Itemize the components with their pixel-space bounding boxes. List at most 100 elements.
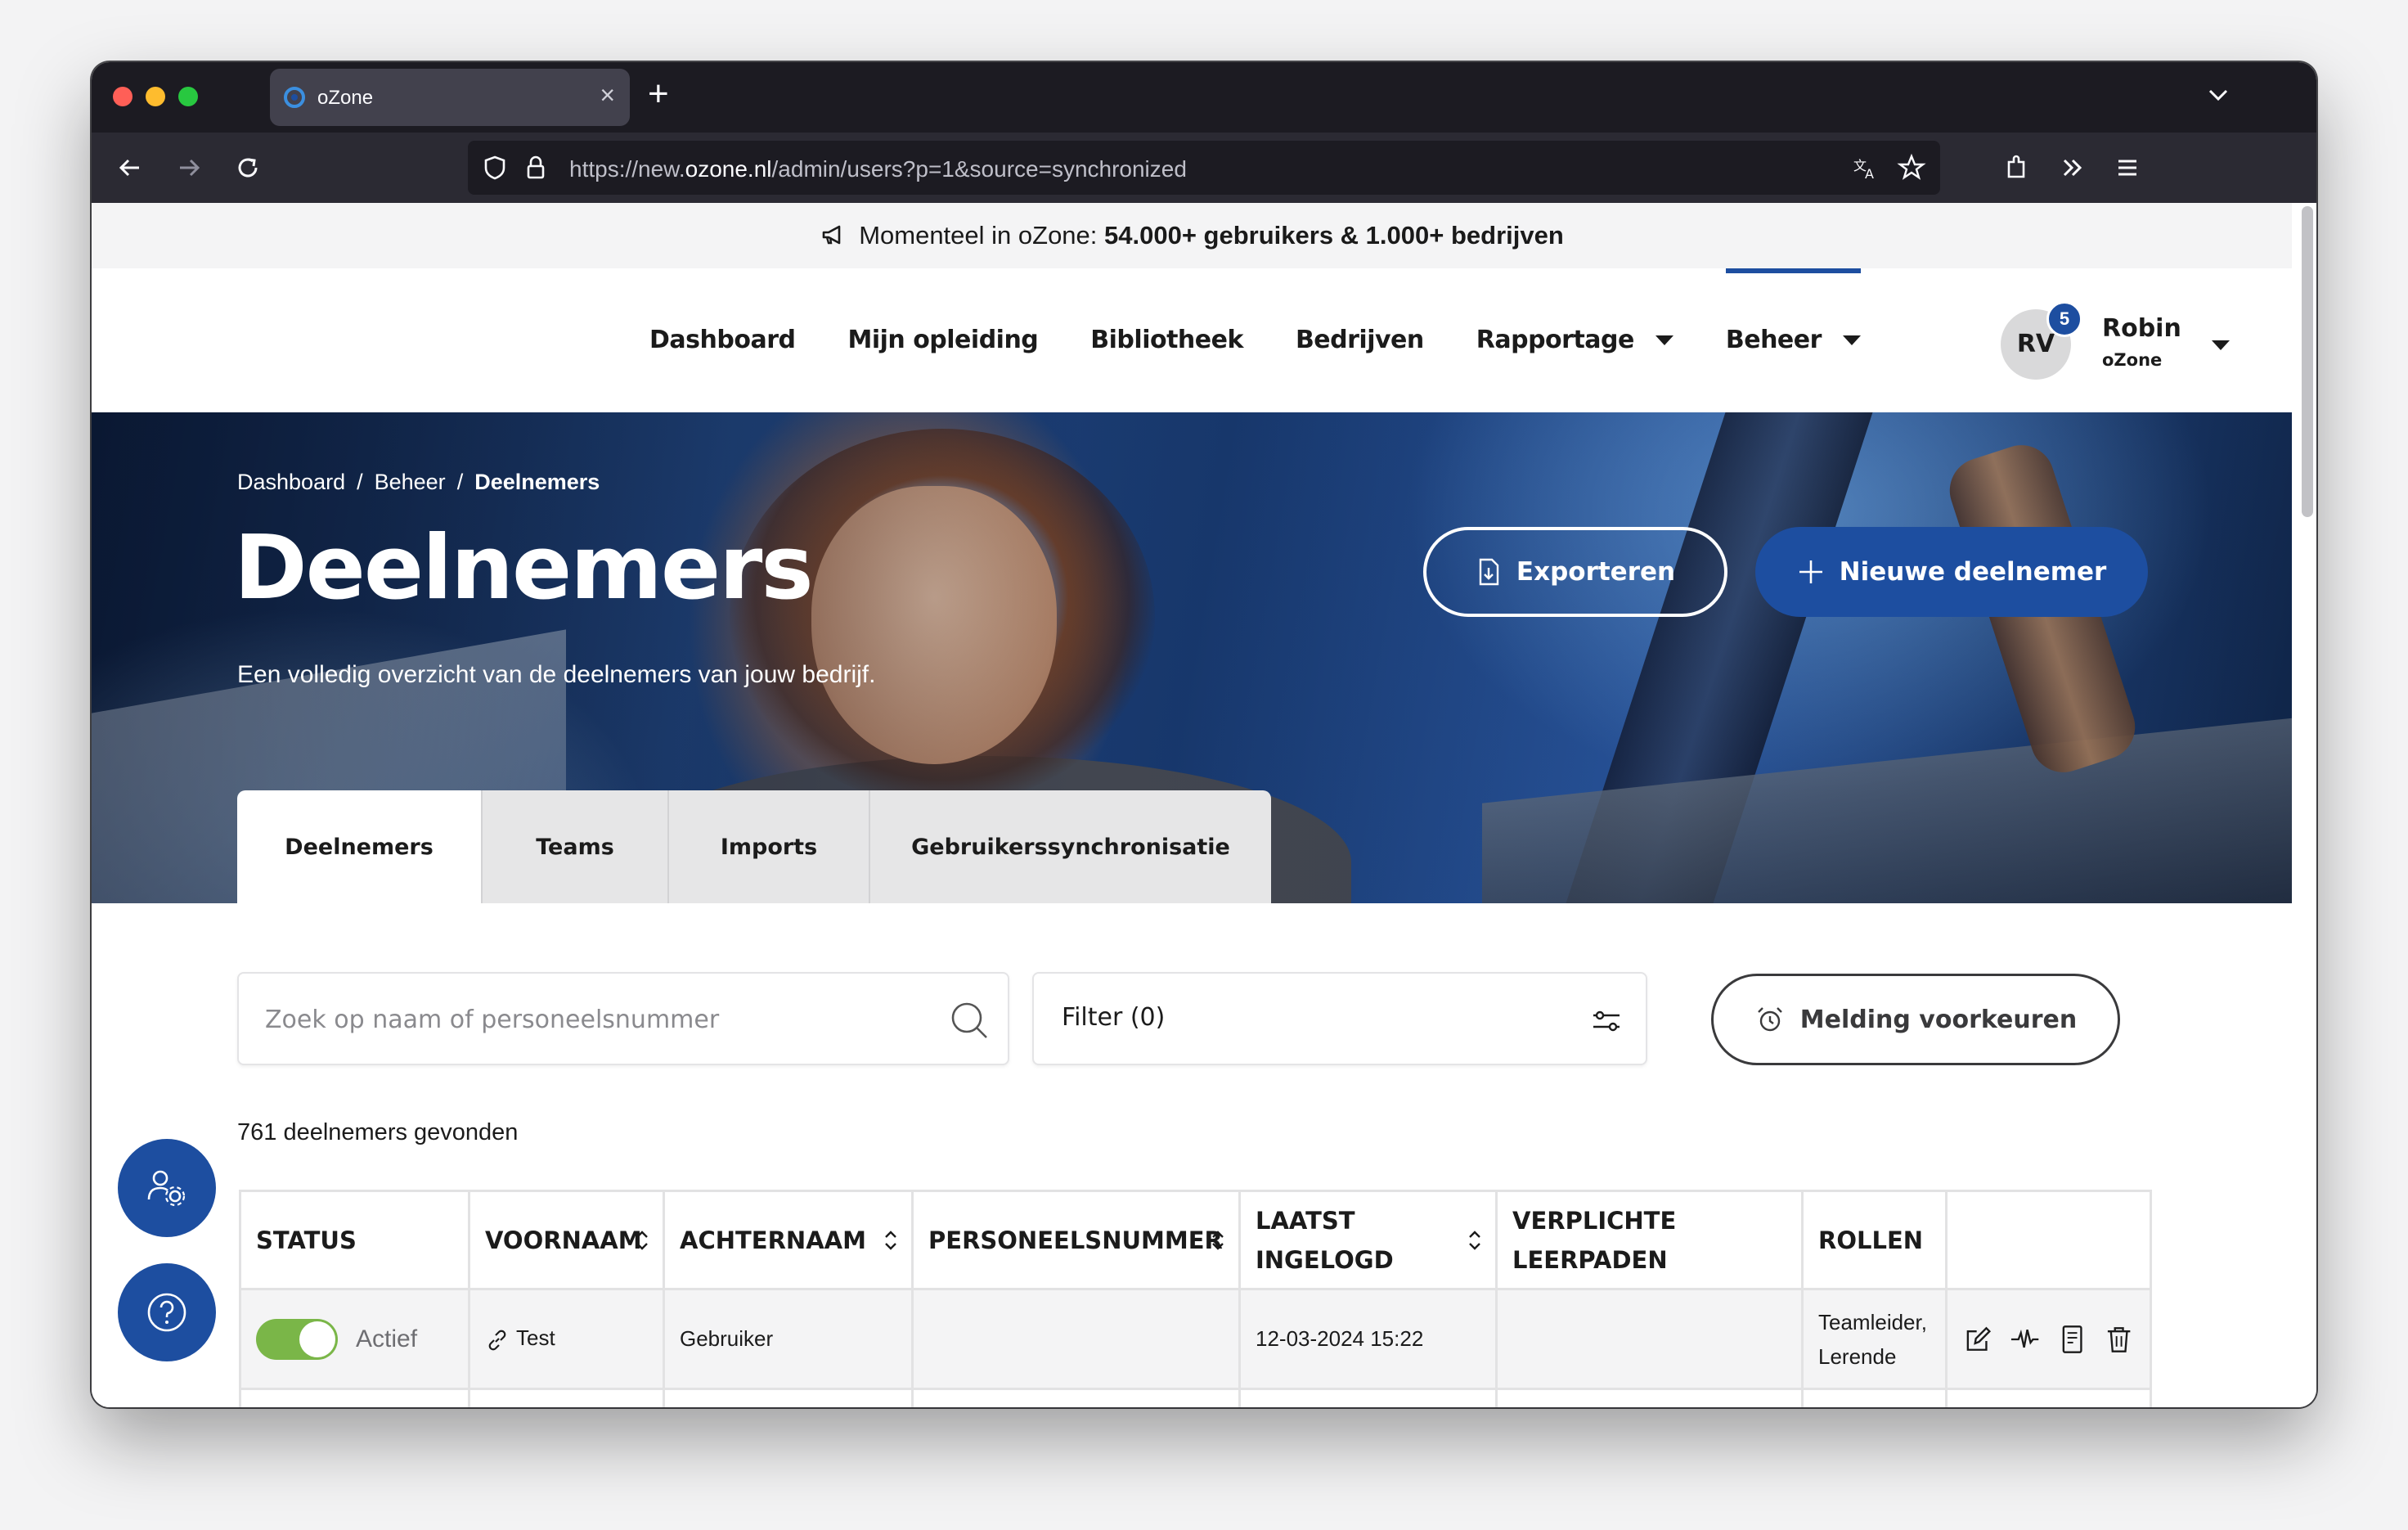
url-text[interactable]: https://new.ozone.nl/admin/users?p=1&sou… [569, 156, 1187, 182]
sort-icon[interactable] [883, 1229, 898, 1252]
menu-item-dashboard[interactable]: Dashboard [649, 268, 796, 412]
table-header-row: STATUS VOORNAAM ACHTERNAAM PERSONEELSNUM… [239, 1190, 2152, 1290]
chevron-down-icon[interactable] [2202, 79, 2235, 111]
column-label: VERPLICHTE [1512, 1206, 1677, 1235]
tab-label: Deelnemers [285, 834, 434, 860]
translate-icon[interactable]: 文 A [1850, 152, 1881, 183]
column-header-voornaam[interactable]: VOORNAAM [468, 1190, 665, 1290]
search-input[interactable] [265, 998, 919, 1041]
menu-item-bedrijven[interactable]: Bedrijven [1296, 268, 1424, 412]
search-icon[interactable] [947, 998, 991, 1042]
table-cell [1495, 1388, 1804, 1407]
table-cell [1945, 1388, 2152, 1407]
caret-down-icon[interactable] [2212, 340, 2230, 350]
hamburger-menu-icon[interactable] [2109, 149, 2146, 187]
search-box [237, 972, 1009, 1065]
help-button[interactable] [118, 1263, 216, 1361]
page-scrollbar[interactable] [2302, 206, 2313, 517]
cell-lastname: Gebruiker [663, 1288, 914, 1390]
tab-gebruikerssynchronisatie[interactable]: Gebruikerssynchronisatie [870, 790, 1271, 903]
link-icon [488, 1330, 506, 1350]
report-icon[interactable] [2056, 1323, 2088, 1356]
tab-deelnemers[interactable]: Deelnemers [237, 790, 483, 903]
table-cell [1238, 1388, 1498, 1407]
address-bar[interactable]: https://new.ozone.nl/admin/users?p=1&sou… [468, 141, 1940, 195]
maximize-window-button[interactable] [178, 87, 198, 106]
section-tabs: Deelnemers Teams Imports Gebruikerssynch… [237, 790, 1271, 903]
export-button-label: Exporteren [1516, 557, 1676, 587]
help-icon [147, 1293, 186, 1332]
user-settings-button[interactable] [118, 1139, 216, 1237]
user-menu[interactable]: RV 5 Robin oZone [2001, 301, 2262, 383]
sort-icon[interactable] [1211, 1229, 1225, 1252]
url-prefix: https://new. [569, 156, 685, 182]
star-icon[interactable] [1896, 152, 1927, 183]
shield-icon[interactable] [479, 152, 510, 183]
browser-tab[interactable]: oZone × [270, 69, 630, 126]
extensions-icon[interactable] [1997, 149, 2035, 187]
lock-icon[interactable] [520, 152, 551, 183]
column-label: VOORNAAM [485, 1226, 642, 1254]
tab-teams[interactable]: Teams [483, 790, 669, 903]
column-header-personeelsnummer[interactable]: PERSONEELSNUMMER [911, 1190, 1241, 1290]
menu-item-mijn-opleiding[interactable]: Mijn opleiding [847, 268, 1038, 412]
back-arrow-icon[interactable] [111, 149, 149, 187]
trash-icon[interactable] [2103, 1323, 2135, 1356]
breadcrumb-beheer[interactable]: Beheer [375, 470, 446, 495]
notification-preferences-button[interactable]: Melding voorkeuren [1711, 974, 2120, 1065]
table-cell [663, 1388, 914, 1407]
tab-imports[interactable]: Imports [669, 790, 870, 903]
sliders-icon [1593, 1010, 1620, 1032]
column-label: STATUS [256, 1226, 357, 1254]
double-chevron-right-icon[interactable] [2053, 149, 2091, 187]
menu-item-label: Rapportage [1476, 326, 1635, 354]
minimize-window-button[interactable] [146, 87, 165, 106]
browser-tab-title: oZone [317, 87, 374, 109]
activity-icon[interactable] [2009, 1323, 2041, 1356]
plus-icon [1799, 560, 1822, 583]
tab-label: Teams [536, 834, 614, 860]
breadcrumb-current: Deelnemers [474, 470, 600, 494]
announcement-bar: Momenteel in oZone: 54.000+ gebruikers &… [92, 203, 2292, 268]
menu-item-rapportage[interactable]: Rapportage [1476, 268, 1673, 412]
new-tab-button[interactable]: + [648, 74, 669, 115]
column-label: PERSONEELSNUMMER [928, 1226, 1223, 1254]
sort-icon[interactable] [635, 1229, 649, 1252]
row-actions [1962, 1323, 2135, 1356]
column-header-verplichte-leerpaden: VERPLICHTE LEERPADEN [1495, 1190, 1804, 1290]
new-participant-label: Nieuwe deelnemer [1839, 557, 2107, 587]
filter-dropdown[interactable]: Filter (0) [1032, 972, 1647, 1065]
close-tab-icon[interactable]: × [600, 80, 615, 110]
column-label-line2: LEERPADEN [1512, 1245, 1668, 1274]
breadcrumb: Dashboard / Beheer / Deelnemers [237, 470, 600, 495]
browser-tabbar: oZone × + [92, 62, 2316, 133]
menu-item-label: Dashboard [649, 326, 796, 354]
export-button[interactable]: Exporteren [1423, 527, 1727, 617]
close-window-button[interactable] [113, 87, 133, 106]
cell-roles: Teamleider, Lerende [1801, 1288, 1948, 1390]
cell-status: Actief [239, 1288, 470, 1390]
status-toggle[interactable] [256, 1318, 338, 1360]
menu-item-beheer[interactable]: Beheer [1725, 268, 1861, 412]
new-participant-button[interactable]: Nieuwe deelnemer [1755, 527, 2148, 617]
column-header-rollen: ROLLEN [1801, 1190, 1948, 1290]
menu-item-bibliotheek[interactable]: Bibliotheek [1090, 268, 1243, 412]
forward-arrow-icon[interactable] [170, 149, 208, 187]
url-path: /admin/users?p=1&source=synchronized [771, 156, 1187, 182]
column-header-achternaam[interactable]: ACHTERNAAM [663, 1190, 914, 1290]
column-header-laatst-ingelogd[interactable]: LAATST INGELOGD [1238, 1190, 1498, 1290]
cell-firstname[interactable]: Test [468, 1288, 665, 1390]
sort-icon[interactable] [1467, 1229, 1482, 1252]
firstname-text[interactable]: Test [516, 1325, 555, 1350]
table-row [239, 1388, 2152, 1407]
cell-employee-number [911, 1288, 1241, 1390]
role-text: Teamleider, [1818, 1309, 1927, 1334]
breadcrumb-dashboard[interactable]: Dashboard [237, 470, 345, 495]
column-label: ROLLEN [1818, 1226, 1924, 1254]
main-menu: Dashboard Mijn opleiding Bibliotheek Bed… [649, 268, 1861, 412]
column-label: ACHTERNAAM [680, 1226, 866, 1254]
edit-icon[interactable] [1962, 1323, 1994, 1356]
reload-icon[interactable] [229, 149, 267, 187]
alarm-icon [1757, 1007, 1782, 1032]
participants-table: STATUS VOORNAAM ACHTERNAAM PERSONEELSNUM… [239, 1190, 2152, 1407]
